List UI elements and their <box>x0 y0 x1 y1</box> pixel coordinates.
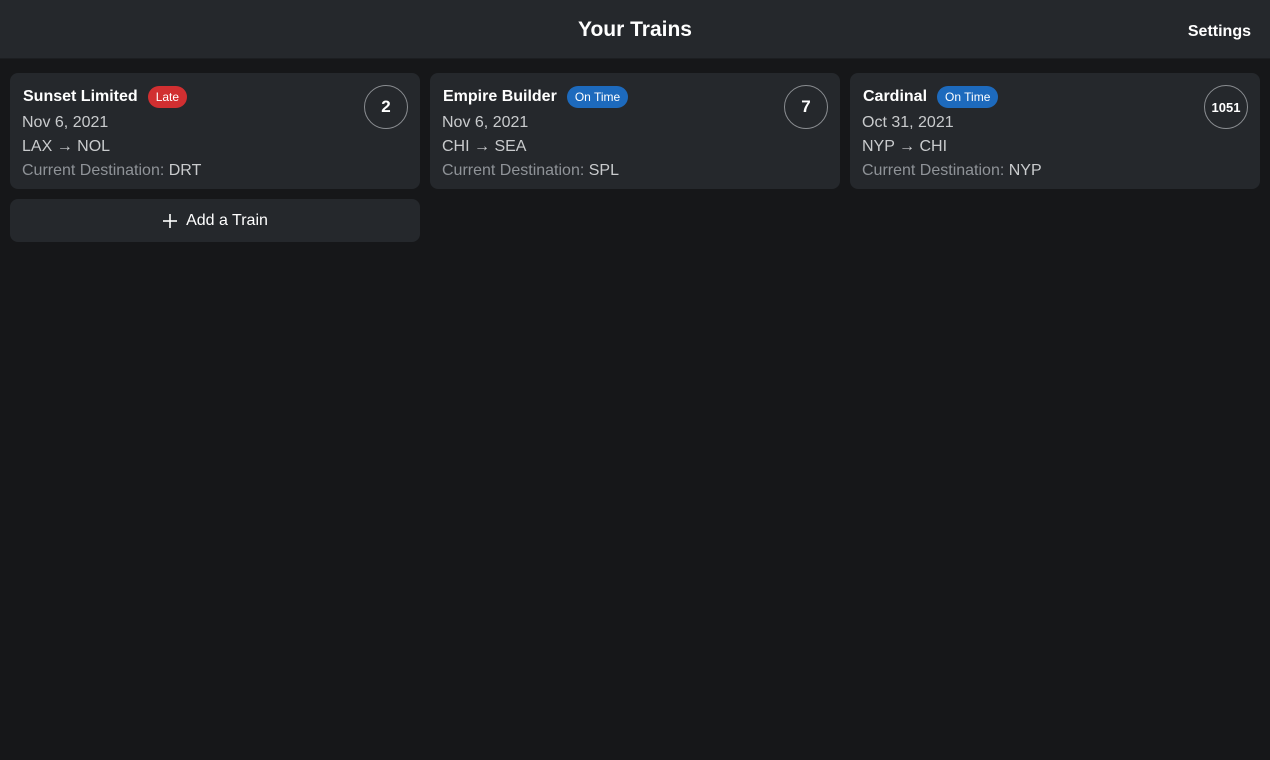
settings-button[interactable]: Settings <box>1188 23 1251 41</box>
train-name: Sunset Limited <box>23 88 138 105</box>
train-name: Cardinal <box>863 88 928 105</box>
current-destination-label: Current Destination: <box>22 162 165 179</box>
train-title-row: Empire Builder On Time <box>442 85 828 109</box>
current-destination: Current Destination: SPL <box>442 159 828 183</box>
current-destination: Current Destination: DRT <box>22 159 408 183</box>
train-card-grid: Sunset Limited Late Nov 6, 2021 LAX → NO… <box>10 73 1260 242</box>
train-title-row: Sunset Limited Late <box>22 85 408 109</box>
add-train-label: Add a Train <box>186 211 268 229</box>
plus-icon <box>162 213 178 229</box>
train-card-empire-builder[interactable]: Empire Builder On Time Nov 6, 2021 CHI →… <box>430 73 840 189</box>
app-header: Your Trains Settings <box>0 0 1270 59</box>
current-destination-label: Current Destination: <box>442 162 585 179</box>
train-date: Nov 6, 2021 <box>442 114 529 131</box>
current-destination-value: SPL <box>588 162 619 179</box>
train-date: Nov 6, 2021 <box>22 114 109 131</box>
train-number-badge: 1051 <box>1204 85 1248 129</box>
current-destination: Current Destination: NYP <box>862 159 1248 183</box>
train-route: NYP → CHI <box>862 138 948 155</box>
status-badge: Late <box>147 86 188 108</box>
train-date: Oct 31, 2021 <box>862 114 954 131</box>
status-badge: On Time <box>937 86 999 108</box>
train-card-sunset-limited[interactable]: Sunset Limited Late Nov 6, 2021 LAX → NO… <box>10 73 420 189</box>
train-route: LAX → NOL <box>22 138 111 155</box>
train-card-cardinal[interactable]: Cardinal On Time Oct 31, 2021 NYP → CHI … <box>850 73 1260 189</box>
train-name: Empire Builder <box>443 88 557 105</box>
status-badge: On Time <box>566 86 629 108</box>
current-destination-value: DRT <box>168 162 202 179</box>
add-train-button[interactable]: Add a Train <box>10 199 420 242</box>
train-number-badge: 7 <box>784 85 828 129</box>
current-destination-label: Current Destination: <box>862 162 1005 179</box>
train-route: CHI → SEA <box>442 138 527 155</box>
page-title: Your Trains <box>578 18 692 41</box>
current-destination-value: NYP <box>1008 162 1042 179</box>
train-title-row: Cardinal On Time <box>862 85 1248 109</box>
train-number-badge: 2 <box>364 85 408 129</box>
